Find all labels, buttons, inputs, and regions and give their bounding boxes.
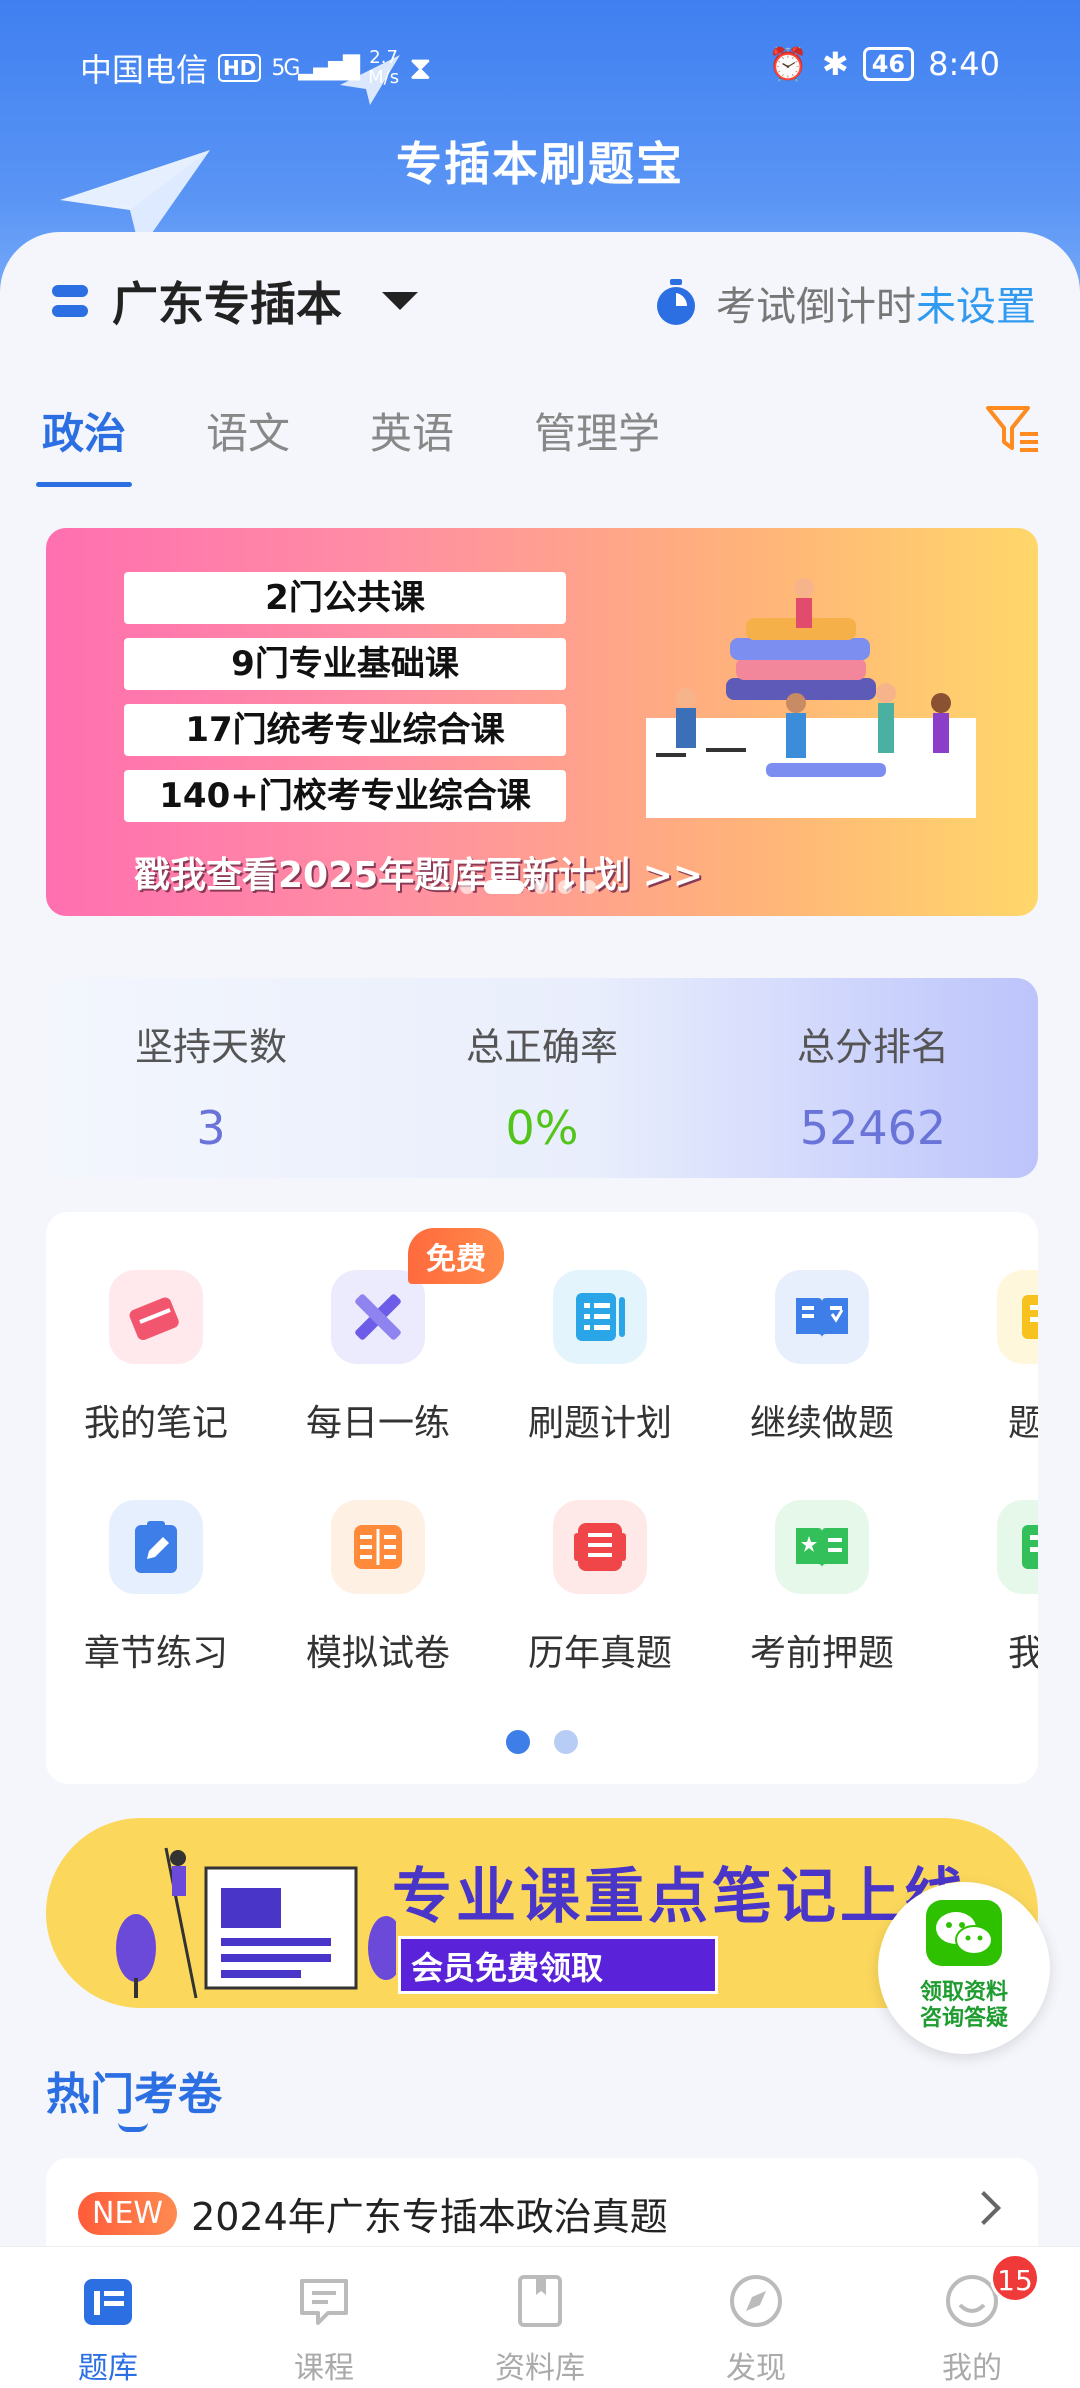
stats-card: 坚持天数 3 总正确率 0% 总分排名 52462 xyxy=(46,978,1038,1178)
question-type-icon xyxy=(997,1270,1038,1364)
subject-tabs: 政治 语文 英语 管理学 xyxy=(35,400,660,487)
tab-chinese[interactable]: 语文 xyxy=(206,400,290,487)
plan-list-icon xyxy=(553,1270,647,1364)
tools-grid: 我的笔记 每日一练 免费 刷题计划 继续做题 题型 章节练习 模拟试卷 xyxy=(46,1212,1038,1784)
promo-claim-button[interactable]: 会员免费领取 xyxy=(398,1936,718,1994)
new-badge: NEW xyxy=(78,2191,178,2235)
tab-english[interactable]: 英语 xyxy=(370,400,454,487)
tool-past-papers[interactable]: 历年真题 xyxy=(500,1500,700,1676)
wechat-icon xyxy=(926,1900,1002,1966)
open-book-icon xyxy=(775,1270,869,1364)
banner-pill: 2门公共课 xyxy=(124,572,566,624)
past-papers-icon xyxy=(553,1500,647,1594)
promo-banner[interactable]: 2门公共课 9门专业基础课 17门统考专业综合课 140+门校考专业综合课 戳我… xyxy=(46,528,1038,916)
mock-paper-icon xyxy=(331,1500,425,1594)
app-title: 专插本刷题宝 xyxy=(396,137,684,191)
exam-selector[interactable]: 广东专插本 xyxy=(48,268,418,334)
status-bar: 中国电信 HD 5G▂▄▆█ 2.7M/s ⧗ ⏰ ✱ 46 8:40 xyxy=(0,0,1080,130)
countdown-value[interactable]: 未设置 xyxy=(916,274,1036,332)
stopwatch-icon xyxy=(657,279,695,325)
stat-accuracy: 总正确率 0% xyxy=(465,1025,618,1155)
banner-cta: 戳我查看2025年题库更新计划 >> xyxy=(134,855,704,896)
tool-my-item[interactable]: 我的 xyxy=(944,1500,1038,1676)
pencil-ruler-icon xyxy=(331,1270,425,1364)
filter-icon[interactable] xyxy=(984,400,1040,456)
stat-rank: 总分排名 52462 xyxy=(796,1025,949,1155)
tool-chapter-practice[interactable]: 章节练习 xyxy=(56,1500,256,1676)
nav-discover[interactable]: 发现 xyxy=(648,2247,864,2388)
my-item-icon xyxy=(997,1500,1038,1594)
nav-question-bank[interactable]: 题库 xyxy=(0,2247,216,2388)
tool-continue-practice[interactable]: 继续做题 xyxy=(722,1270,922,1446)
question-bank-icon xyxy=(84,2279,132,2325)
battery-icon: 46 xyxy=(862,47,915,81)
exam-name: 广东专插本 xyxy=(112,277,342,331)
banner-pill: 9门专业基础课 xyxy=(124,638,566,690)
notification-badge: 15 xyxy=(990,2253,1040,2303)
free-badge: 免费 xyxy=(408,1228,504,1284)
stat-streak-days: 坚持天数 3 xyxy=(134,1025,287,1155)
hourglass-icon: ⧗ xyxy=(409,48,432,87)
study-illustration xyxy=(116,1847,396,1999)
tab-politics[interactable]: 政治 xyxy=(35,400,133,487)
course-icon xyxy=(300,2279,348,2325)
compass-icon xyxy=(730,2275,782,2327)
nav-courses[interactable]: 课程 xyxy=(216,2247,432,2388)
exam-switch-icon xyxy=(52,285,88,317)
tool-predicted-questions[interactable]: 考前押题 xyxy=(722,1500,922,1676)
nav-library[interactable]: 资料库 xyxy=(432,2247,648,2388)
banner-pill: 17门统考专业综合课 xyxy=(124,704,566,756)
clock-time: 8:40 xyxy=(928,45,1000,83)
hd-icon: HD xyxy=(218,54,262,82)
banner-pagination xyxy=(460,880,596,894)
banner-pill: 140+门校考专业综合课 xyxy=(124,770,566,822)
chevron-right-icon xyxy=(967,2191,1001,2225)
alarm-icon: ⏰ xyxy=(768,45,808,83)
library-icon xyxy=(518,2275,562,2327)
tools-pagination xyxy=(506,1730,578,1754)
exam-countdown[interactable]: 考试倒计时 未设置 xyxy=(654,274,1036,332)
tool-question-types[interactable]: 题型 xyxy=(944,1270,1038,1446)
star-book-icon xyxy=(775,1500,869,1594)
paper-title: 2024年广东专插本政治真题 xyxy=(191,2194,668,2239)
chapter-edit-icon xyxy=(109,1500,203,1594)
bottom-navigation: 题库 课程 资料库 发现 我的 15 xyxy=(0,2246,1080,2388)
nav-profile[interactable]: 我的 15 xyxy=(864,2247,1080,2388)
hot-papers-title: 热门考卷 xyxy=(46,2069,222,2120)
paper-plane-small-icon xyxy=(340,55,400,105)
tab-management[interactable]: 管理学 xyxy=(534,400,660,487)
notebook-icon xyxy=(109,1270,203,1364)
countdown-label: 考试倒计时 xyxy=(716,284,916,330)
tool-study-plan[interactable]: 刷题计划 xyxy=(500,1270,700,1446)
tool-my-notes[interactable]: 我的笔记 xyxy=(56,1270,256,1446)
carrier-label: 中国电信 xyxy=(80,51,209,89)
chevron-down-icon xyxy=(382,292,418,310)
tool-mock-exam[interactable]: 模拟试卷 xyxy=(278,1500,478,1676)
wechat-consult-button[interactable]: 领取资料 咨询答疑 xyxy=(878,1882,1050,2054)
tool-daily-practice[interactable]: 每日一练 xyxy=(278,1270,478,1446)
students-books-illustration xyxy=(646,578,976,818)
bluetooth-icon: ✱ xyxy=(821,45,849,83)
